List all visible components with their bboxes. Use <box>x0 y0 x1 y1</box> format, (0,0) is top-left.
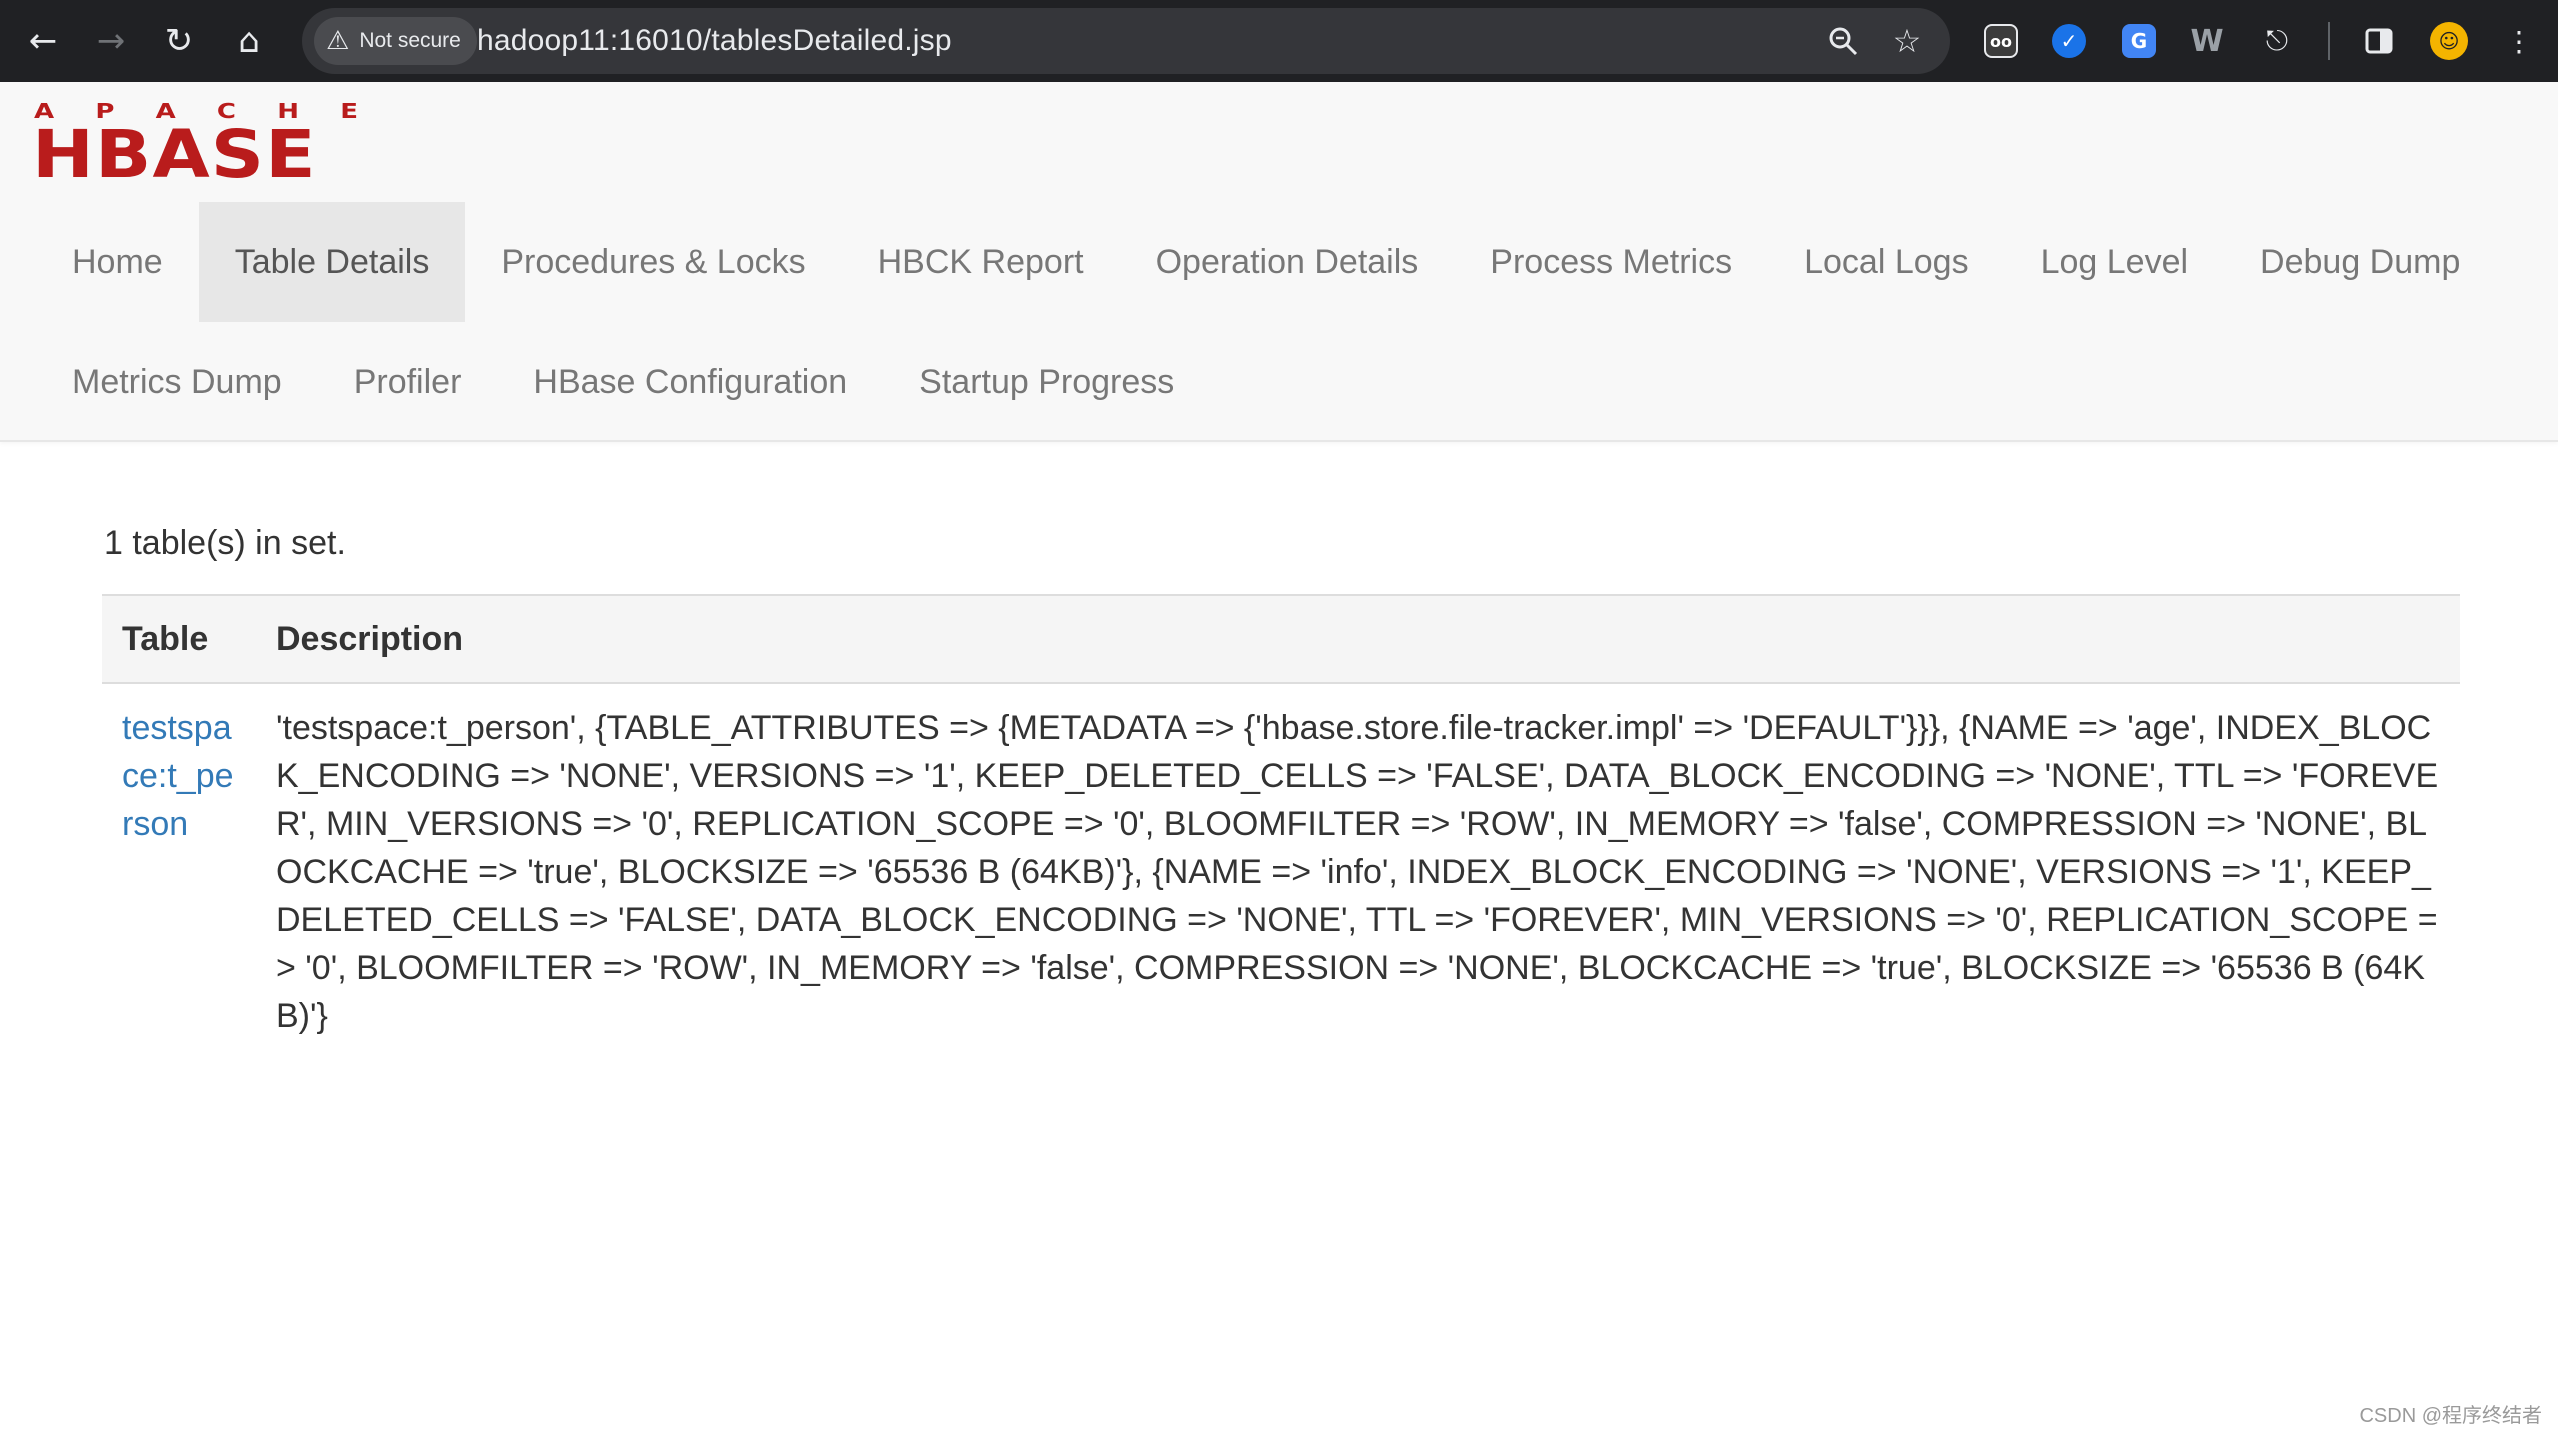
table-header-row: Table Description <box>102 595 2460 684</box>
extension-blue-icon[interactable]: ✓ <box>2044 16 2094 66</box>
extension-glasses-icon[interactable]: oo <box>1976 16 2026 66</box>
watermark: CSDN @程序终结者 <box>2359 1405 2542 1427</box>
nav-debug-dump[interactable]: Debug Dump <box>2224 202 2496 322</box>
nav-operation-details[interactable]: Operation Details <box>1120 202 1455 322</box>
address-bar[interactable]: ⚠ Not secure hadoop11:16010/tablesDetail… <box>302 8 1950 74</box>
toolbar-separator <box>2328 22 2330 60</box>
column-header-description: Description <box>256 595 2460 684</box>
nav-row-secondary: Metrics Dump Profiler HBase Configuratio… <box>36 322 1210 442</box>
nav-hbck-report[interactable]: HBCK Report <box>842 202 1120 322</box>
side-panel-icon[interactable] <box>2354 16 2404 66</box>
nav-log-level[interactable]: Log Level <box>2005 202 2224 322</box>
nav-metrics-dump[interactable]: Metrics Dump <box>36 322 318 442</box>
navbar: APACHE HBASE Home Table Details Procedur… <box>0 82 2558 442</box>
column-header-table: Table <box>102 595 256 684</box>
nav-startup-progress[interactable]: Startup Progress <box>883 322 1210 442</box>
table-count-text: 1 table(s) in set. <box>104 524 346 562</box>
nav-hbase-configuration[interactable]: HBase Configuration <box>497 322 883 442</box>
nav-local-logs[interactable]: Local Logs <box>1768 202 2004 322</box>
table-name-link[interactable]: testspace:t_person <box>102 683 256 1060</box>
security-chip[interactable]: ⚠ Not secure <box>314 17 477 65</box>
forward-icon[interactable]: → <box>86 16 136 66</box>
translate-icon[interactable]: G <box>2114 16 2164 66</box>
warning-icon: ⚠ <box>326 26 350 56</box>
menu-icon[interactable]: ⋮ <box>2494 16 2544 66</box>
star-icon[interactable]: ☆ <box>1882 16 1932 66</box>
extension-w-icon[interactable]: W <box>2182 16 2232 66</box>
nav-home[interactable]: Home <box>36 202 199 322</box>
table-description: 'testspace:t_person', {TABLE_ATTRIBUTES … <box>276 709 2439 1035</box>
back-icon[interactable]: ← <box>18 16 68 66</box>
nav-row-primary: Home Table Details Procedures & Locks HB… <box>36 202 2496 322</box>
tables-table: Table Description testspace:t_person 'te… <box>102 594 2460 1060</box>
nav-profiler[interactable]: Profiler <box>318 322 498 442</box>
security-label: Not secure <box>359 29 461 52</box>
nav-process-metrics[interactable]: Process Metrics <box>1454 202 1768 322</box>
reload-icon[interactable]: ↻ <box>154 16 204 66</box>
extensions-puzzle-icon[interactable]: ⎋ <box>2252 16 2302 66</box>
profile-avatar[interactable]: ☺ <box>2424 16 2474 66</box>
nav-table-details[interactable]: Table Details <box>198 202 466 322</box>
zoom-icon[interactable] <box>1818 16 1868 66</box>
table-row: testspace:t_person 'testspace:t_person',… <box>102 683 2460 1060</box>
nav-procedures-locks[interactable]: Procedures & Locks <box>465 202 841 322</box>
logo-hbase-text: HBASE <box>32 116 317 193</box>
hbase-logo[interactable]: APACHE HBASE <box>32 100 360 188</box>
url-text[interactable]: hadoop11:16010/tablesDetailed.jsp <box>477 8 952 74</box>
browser-toolbar: ← → ↻ ⌂ ⚠ Not secure hadoop11:16010/tabl… <box>0 0 2558 82</box>
home-icon[interactable]: ⌂ <box>224 16 274 66</box>
